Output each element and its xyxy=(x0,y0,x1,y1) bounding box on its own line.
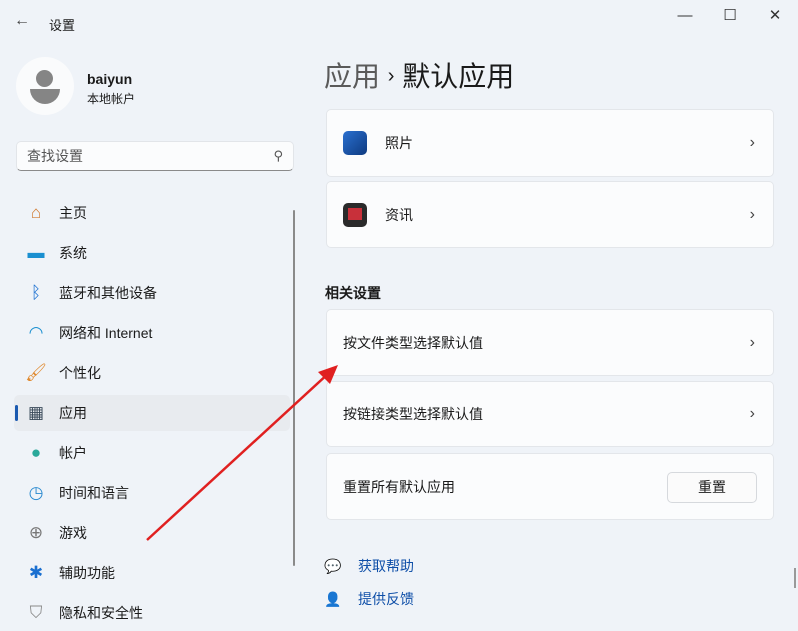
row-label: 重置所有默认应用 xyxy=(343,478,455,495)
sidebar-item-label: 帐户 xyxy=(59,445,87,461)
sidebar-item-6[interactable]: ● 帐户 xyxy=(14,435,290,471)
bluetooth-icon: ᛒ xyxy=(30,283,42,302)
main-scrollbar[interactable] xyxy=(794,568,796,588)
app-label: 资讯 xyxy=(385,206,413,223)
news-app-icon xyxy=(348,207,362,220)
app-row-photos[interactable]: 照片 › xyxy=(326,109,774,177)
feedback-link[interactable]: 👤 提供反馈 xyxy=(324,589,414,609)
sidebar-item-label: 蓝牙和其他设备 xyxy=(59,285,157,301)
avatar[interactable] xyxy=(16,57,74,115)
apps-icon: ▦ xyxy=(27,403,45,422)
link-type-defaults-row[interactable]: 按链接类型选择默认值 › xyxy=(326,381,774,447)
sidebar-item-8[interactable]: ⊕ 游戏 xyxy=(14,515,290,551)
breadcrumb-parent[interactable]: 应用 xyxy=(324,61,380,92)
back-button[interactable]: ← xyxy=(14,12,30,30)
sidebar-item-label: 隐私和安全性 xyxy=(59,605,143,621)
search-input[interactable]: 查找设置 ⚲ xyxy=(16,141,294,171)
shield-icon: ⛉ xyxy=(29,603,43,622)
sidebar-item-4[interactable]: 🖌 个性化 xyxy=(14,355,290,391)
reset-button[interactable]: 重置 xyxy=(667,472,757,503)
home-icon: ⌂ xyxy=(30,203,42,222)
accessibility-icon: ✱ xyxy=(28,563,44,582)
sidebar-item-3[interactable]: ◠ 网络和 Internet xyxy=(14,315,290,351)
selected-indicator xyxy=(15,405,18,421)
sidebar-item-label: 主页 xyxy=(59,205,87,221)
breadcrumb-separator: › xyxy=(387,65,395,87)
sidebar-item-label: 个性化 xyxy=(59,365,101,381)
chevron-right-icon: › xyxy=(749,405,755,422)
sidebar-item-10[interactable]: ⛉ 隐私和安全性 xyxy=(14,595,290,631)
sidebar-item-2[interactable]: ᛒ 蓝牙和其他设备 xyxy=(14,275,290,311)
link-label: 获取帮助 xyxy=(358,558,414,574)
sidebar-item-1[interactable]: ▬ 系统 xyxy=(14,235,290,271)
file-type-defaults-row[interactable]: 按文件类型选择默认值 › xyxy=(326,309,774,376)
sidebar-item-label: 时间和语言 xyxy=(59,485,129,501)
chevron-right-icon: › xyxy=(749,333,755,351)
breadcrumb: 应用 › 默认应用 xyxy=(324,55,514,95)
maximize-button[interactable]: ☐ xyxy=(707,4,753,30)
brush-icon: 🖌 xyxy=(25,363,47,382)
search-placeholder: 查找设置 xyxy=(27,148,83,164)
user-name: baiyun xyxy=(87,71,133,87)
sidebar-item-label: 游戏 xyxy=(59,525,87,541)
app-row-news[interactable]: 资讯 › xyxy=(326,181,774,248)
chevron-right-icon: › xyxy=(749,205,755,223)
close-button[interactable]: ✕ xyxy=(752,4,798,30)
related-settings-heading: 相关设置 xyxy=(325,285,381,301)
app-label: 照片 xyxy=(385,135,413,151)
help-icon: 💬 xyxy=(324,557,342,574)
reset-defaults-row: 重置所有默认应用 重置 xyxy=(326,453,774,520)
page-title: 默认应用 xyxy=(402,61,515,92)
sidebar-item-9[interactable]: ✱ 辅助功能 xyxy=(14,555,290,591)
sidebar-item-label: 辅助功能 xyxy=(59,565,115,581)
sidebar-item-label: 应用 xyxy=(59,405,87,421)
sidebar-scrollbar[interactable] xyxy=(293,210,295,566)
search-icon: ⚲ xyxy=(273,148,283,163)
sidebar-item-label: 网络和 Internet xyxy=(59,325,153,341)
sidebar-item-5[interactable]: ▦ 应用 xyxy=(14,395,290,431)
feedback-icon: 👤 xyxy=(324,590,342,607)
link-label: 提供反馈 xyxy=(358,591,414,607)
row-label: 按链接类型选择默认值 xyxy=(343,406,483,422)
sidebar-item-label: 系统 xyxy=(59,245,87,261)
photos-app-icon xyxy=(343,131,367,155)
clock-globe-icon: ◷ xyxy=(28,483,44,502)
get-help-link[interactable]: 💬 获取帮助 xyxy=(324,556,414,576)
account-type: 本地帐户 xyxy=(87,92,136,106)
minimize-button[interactable]: — xyxy=(662,4,708,30)
window-title: 设置 xyxy=(49,18,76,33)
sidebar-item-0[interactable]: ⌂ 主页 xyxy=(14,195,290,231)
wifi-icon: ◠ xyxy=(28,323,44,342)
chevron-right-icon: › xyxy=(749,134,755,151)
system-icon: ▬ xyxy=(27,243,45,262)
account-icon: ● xyxy=(30,443,42,462)
sidebar-item-7[interactable]: ◷ 时间和语言 xyxy=(14,475,290,511)
gamepad-icon: ⊕ xyxy=(28,523,44,542)
row-label: 按文件类型选择默认值 xyxy=(343,334,483,351)
